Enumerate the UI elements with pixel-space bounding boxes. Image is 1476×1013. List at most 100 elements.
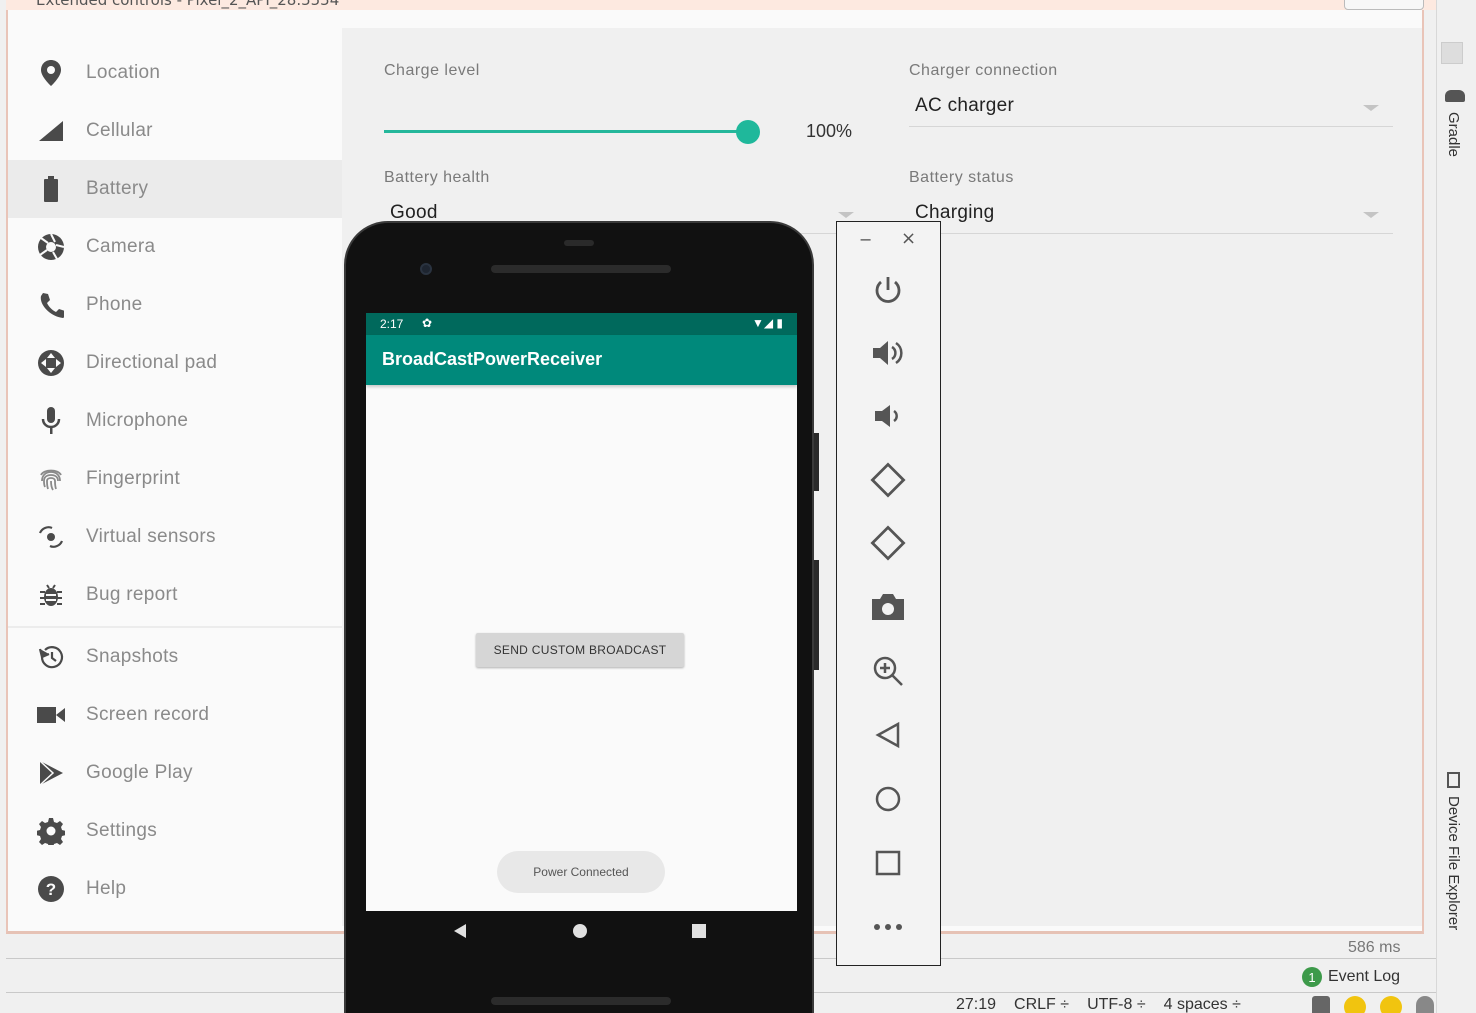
fingerprint-icon xyxy=(36,464,66,494)
lock-icon[interactable] xyxy=(1312,996,1330,1013)
battery-status-select[interactable]: Charging xyxy=(909,198,1393,234)
ide-right-tool-strip: Gradle Device File Explorer xyxy=(1436,0,1476,1013)
rotate-right-button[interactable] xyxy=(865,520,911,566)
bottom-speaker xyxy=(491,997,671,1005)
home-icon[interactable] xyxy=(572,923,588,939)
charge-level-label: Charge level xyxy=(384,62,480,79)
emulator-toolbar: − × xyxy=(836,221,941,966)
overview-icon[interactable] xyxy=(691,923,707,939)
sidebar-item-battery[interactable]: Battery xyxy=(8,160,342,218)
charge-level-slider-track[interactable] xyxy=(384,130,754,133)
screenshot-camera-icon xyxy=(872,594,904,620)
volume-down-button[interactable] xyxy=(865,393,911,439)
more-icon xyxy=(874,924,902,930)
caret-position[interactable]: 27:19 xyxy=(956,996,996,1013)
status-time: 2:17 xyxy=(380,317,404,331)
sidebar-item-snapshots[interactable]: Snapshots xyxy=(8,628,342,686)
sidebar-item-label: Directional pad xyxy=(86,352,218,373)
screenshot-button[interactable] xyxy=(865,584,911,630)
gradle-tab[interactable]: Gradle xyxy=(1445,112,1462,157)
more-button[interactable] xyxy=(865,904,911,950)
volume-up-button[interactable] xyxy=(865,330,911,376)
phone-screen[interactable]: 2:17 ✿ ▼◢ ▮ BroadCastPowerReceiver SEND … xyxy=(366,313,797,911)
charger-connection-label: Charger connection xyxy=(909,62,1058,79)
volume-side-button[interactable] xyxy=(814,560,819,670)
sad-face-icon[interactable] xyxy=(1380,996,1402,1013)
phone-icon xyxy=(36,290,66,320)
sidebar-item-bug-report[interactable]: Bug report xyxy=(8,566,342,624)
svg-text:?: ? xyxy=(46,880,56,899)
indent-setting[interactable]: 4 spaces ÷ xyxy=(1164,996,1241,1013)
volume-up-icon xyxy=(873,341,903,365)
sidebar-item-label: Settings xyxy=(86,820,158,841)
sidebar-item-location[interactable]: Location xyxy=(8,44,342,102)
window-title: Extended controls - Pixel_2_API_28.5554 xyxy=(36,0,340,9)
sidebar-item-help[interactable]: ? Help xyxy=(8,860,342,918)
hector-icon[interactable] xyxy=(1416,996,1434,1013)
home-icon xyxy=(875,786,901,812)
file-encoding[interactable]: UTF-8 ÷ xyxy=(1087,996,1146,1013)
device-file-explorer-tab[interactable]: Device File Explorer xyxy=(1445,796,1462,930)
signal-battery-icon: ▼◢ ▮ xyxy=(751,316,783,330)
happy-face-icon[interactable] xyxy=(1344,996,1366,1013)
power-icon xyxy=(875,277,901,303)
sidebar-item-label: Battery xyxy=(86,178,149,199)
volume-down-icon xyxy=(875,405,898,427)
chevron-down-icon xyxy=(1363,105,1379,111)
sidebar-item-directional-pad[interactable]: Directional pad xyxy=(8,334,342,392)
charger-connection-value: AC charger xyxy=(915,95,1015,116)
device-icon xyxy=(1447,772,1460,788)
bug-icon xyxy=(36,580,66,610)
sidebar-item-phone[interactable]: Phone xyxy=(8,276,342,334)
home-button[interactable] xyxy=(865,776,911,822)
back-button[interactable] xyxy=(865,712,911,758)
sidebar-item-settings[interactable]: Settings xyxy=(8,802,342,860)
event-log-label: Event Log xyxy=(1328,968,1401,985)
sidebar-item-virtual-sensors[interactable]: Virtual sensors xyxy=(8,508,342,566)
sidebar-item-microphone[interactable]: Microphone xyxy=(8,392,342,450)
location-pin-icon xyxy=(36,58,66,88)
sidebar-item-fingerprint[interactable]: Fingerprint xyxy=(8,450,342,508)
rotate-left-button[interactable] xyxy=(865,457,911,503)
rotation-sensor-icon xyxy=(36,522,66,552)
minimize-button[interactable]: − xyxy=(859,230,872,249)
sidebar-item-camera[interactable]: Camera xyxy=(8,218,342,276)
charge-level-value: 100% xyxy=(806,121,853,141)
gear-icon xyxy=(36,816,66,846)
ide-status-bar: 27:19 CRLF ÷ UTF-8 ÷ 4 spaces ÷ xyxy=(956,996,1241,1013)
sidebar-item-label: Snapshots xyxy=(86,646,179,667)
avatar-icon xyxy=(1441,42,1463,64)
android-status-bar: 2:17 ✿ ▼◢ ▮ xyxy=(366,313,797,335)
back-icon[interactable] xyxy=(452,923,468,939)
rotate-right-icon xyxy=(870,525,906,561)
sidebar-item-google-play[interactable]: Google Play xyxy=(8,744,342,802)
android-nav-bar xyxy=(366,911,797,955)
sidebar-item-cellular[interactable]: Cellular xyxy=(8,102,342,160)
dpad-icon xyxy=(36,348,66,378)
window-control-button[interactable] xyxy=(1344,0,1424,10)
charger-connection-select[interactable]: AC charger xyxy=(909,91,1393,127)
overview-button[interactable] xyxy=(865,840,911,886)
power-side-button[interactable] xyxy=(814,433,819,491)
play-store-icon xyxy=(36,758,66,788)
sidebar-item-label: Microphone xyxy=(86,410,189,431)
gear-icon: ✿ xyxy=(422,316,433,330)
send-custom-broadcast-button[interactable]: SEND CUSTOM BROADCAST xyxy=(476,633,684,667)
sidebar-item-screen-record[interactable]: Screen record xyxy=(8,686,342,744)
history-icon xyxy=(36,642,66,672)
sidebar-item-label: Cellular xyxy=(86,120,153,141)
front-camera-icon xyxy=(420,263,432,275)
close-button[interactable]: × xyxy=(901,228,916,249)
sidebar-item-label: Camera xyxy=(86,236,156,257)
window-titlebar: Extended controls - Pixel_2_API_28.5554 xyxy=(6,0,1436,10)
sidebar-item-label: Phone xyxy=(86,294,143,315)
charge-level-slider-thumb[interactable] xyxy=(736,120,760,144)
line-separator[interactable]: CRLF ÷ xyxy=(1014,996,1069,1013)
event-log-button[interactable]: 1 Event Log xyxy=(1302,966,1400,988)
power-button[interactable] xyxy=(865,267,911,313)
cellular-signal-icon xyxy=(36,116,66,146)
battery-health-label: Battery health xyxy=(384,169,490,186)
battery-icon xyxy=(36,174,66,204)
zoom-button[interactable] xyxy=(865,648,911,694)
app-bar: BroadCastPowerReceiver xyxy=(366,335,797,385)
